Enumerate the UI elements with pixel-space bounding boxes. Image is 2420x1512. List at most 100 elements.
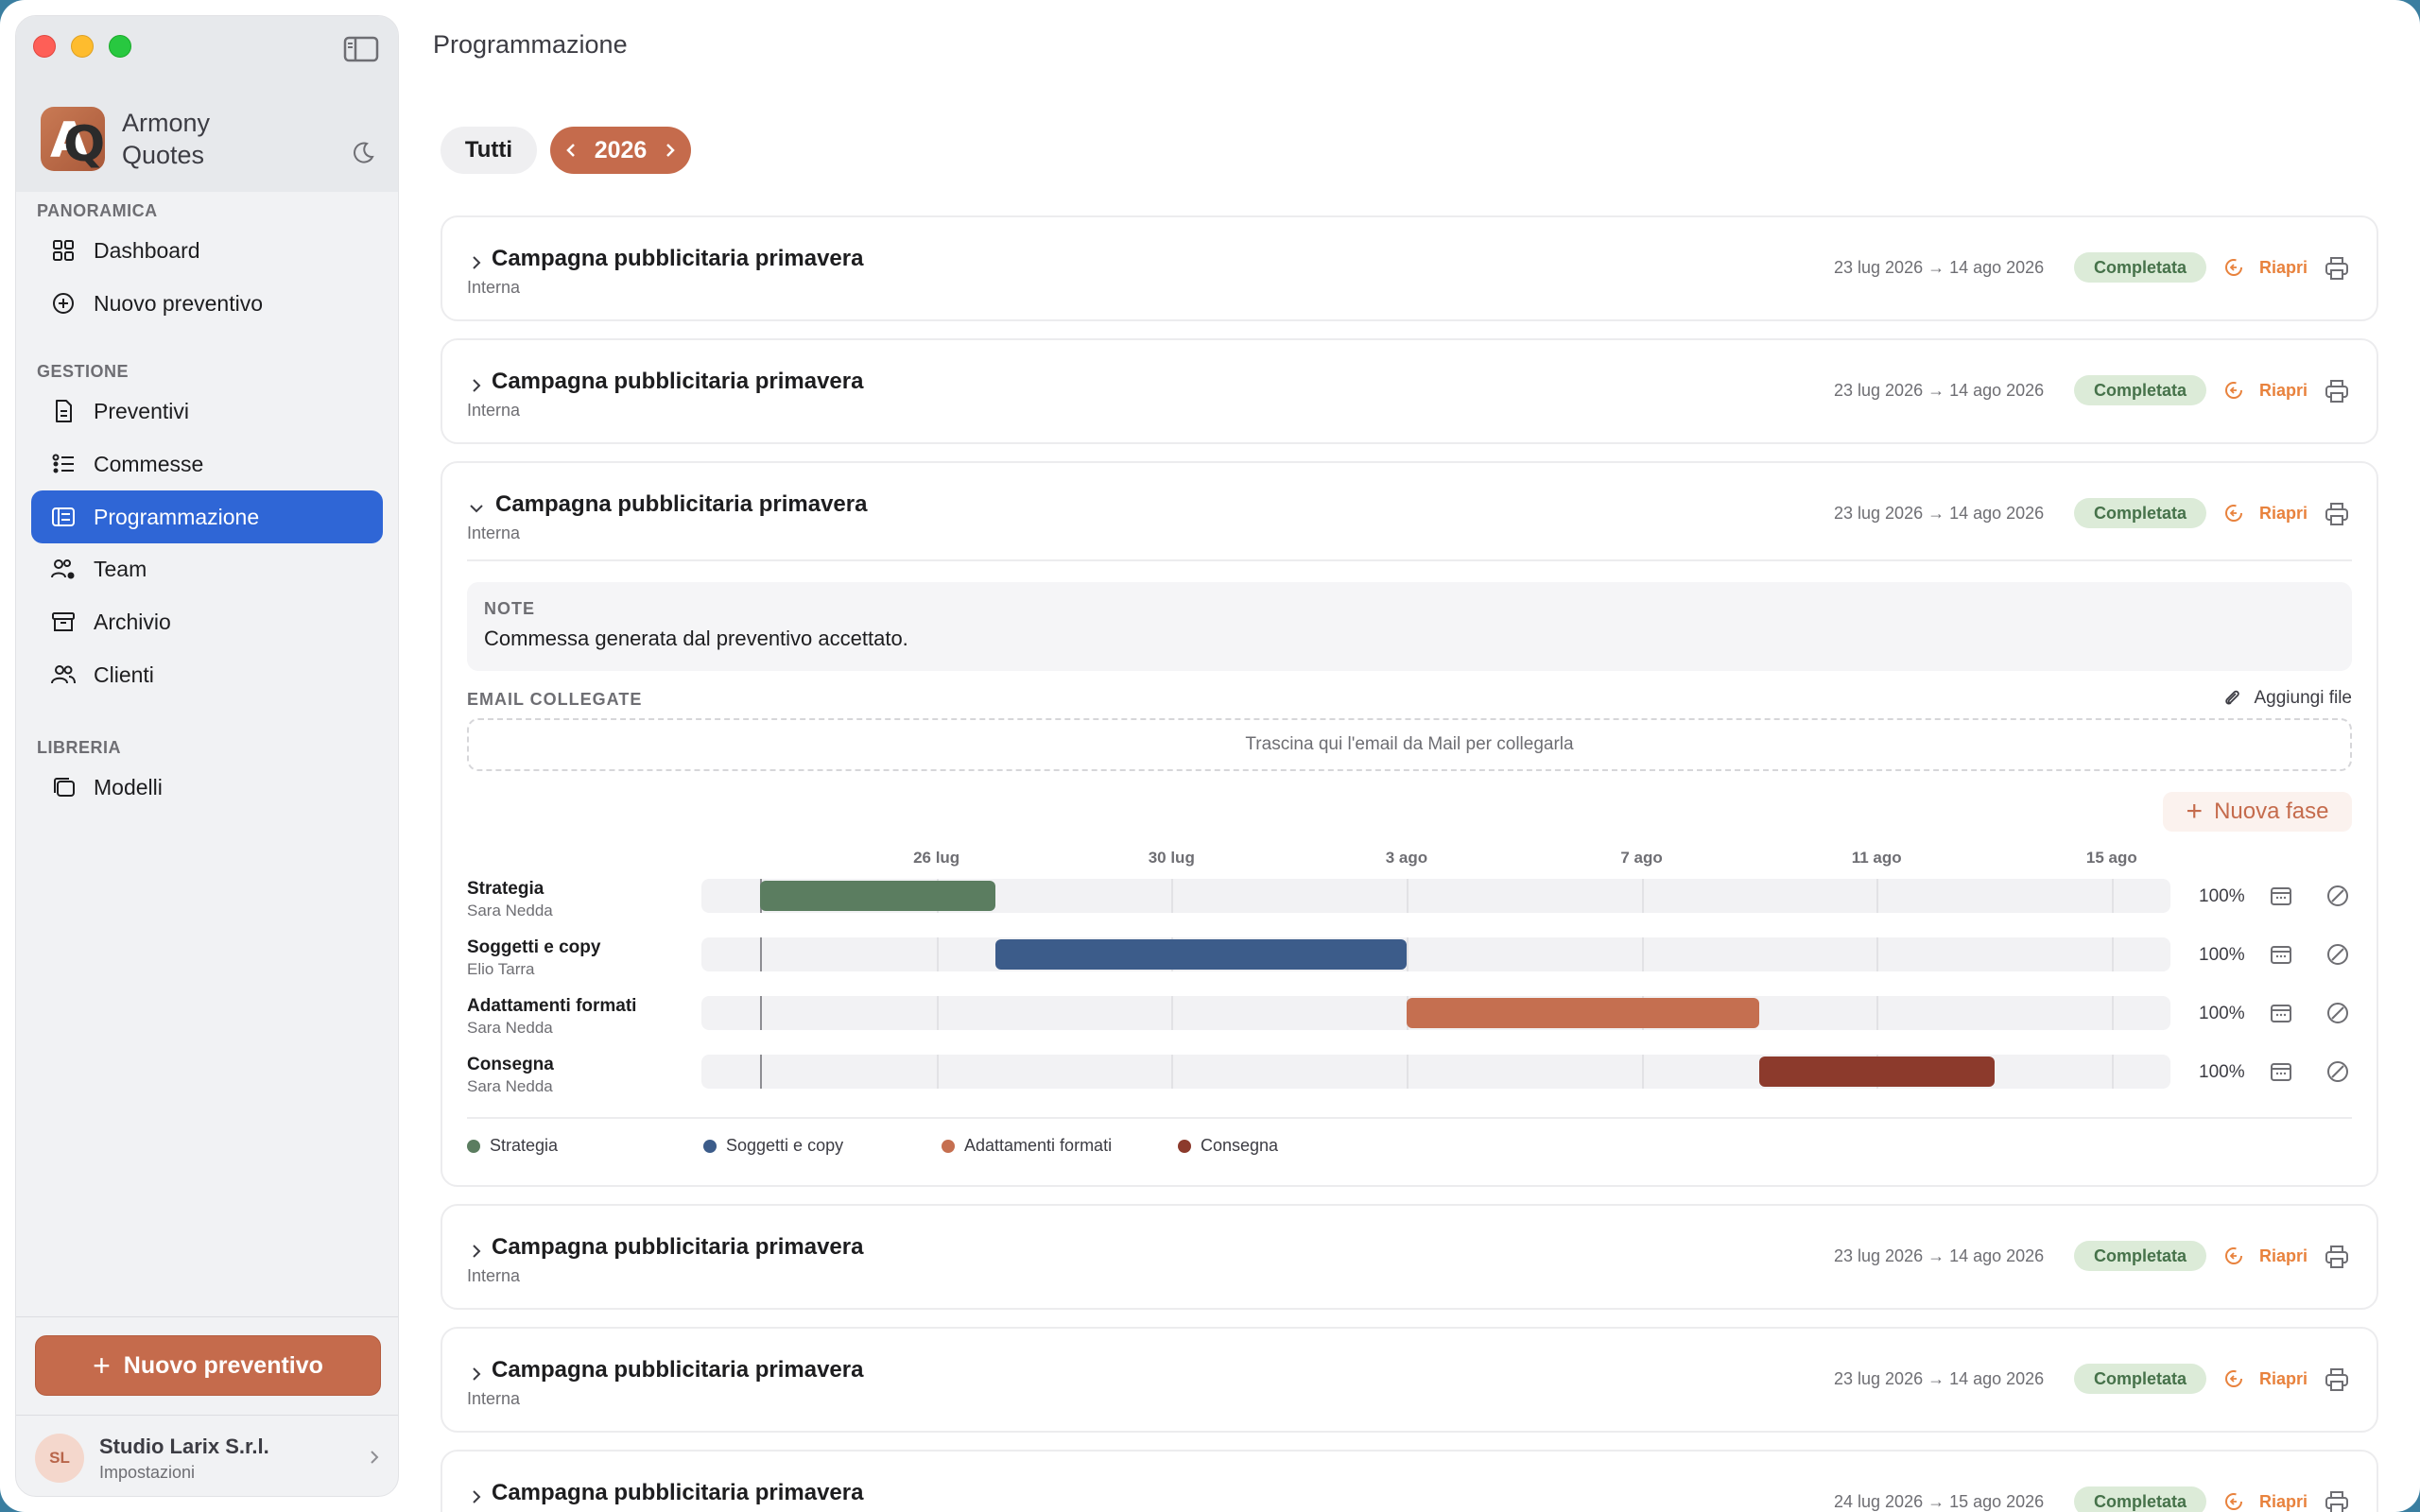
minimize-window-button[interactable] bbox=[71, 35, 94, 58]
chevron-right-icon[interactable] bbox=[467, 1242, 486, 1261]
reopen-icon[interactable] bbox=[2223, 257, 2244, 278]
printer-icon[interactable] bbox=[2324, 501, 2350, 527]
reopen-icon[interactable] bbox=[2223, 503, 2244, 524]
project-card-header[interactable]: Campagna pubblicitaria primavera Interna… bbox=[467, 463, 2352, 561]
project-title: Campagna pubblicitaria primavera bbox=[495, 491, 868, 517]
avatar: SL bbox=[35, 1434, 84, 1483]
gantt-gridline bbox=[1641, 1055, 1644, 1089]
legend-label: Consegna bbox=[1201, 1136, 1279, 1155]
phase-assignee: Sara Nedda bbox=[467, 1077, 553, 1095]
status-badge: Completata bbox=[2074, 1241, 2206, 1271]
chevron-right-icon[interactable] bbox=[467, 253, 486, 272]
project-card: Campagna pubblicitaria primavera Interna… bbox=[441, 1204, 2378, 1310]
gantt-gridline bbox=[936, 937, 939, 971]
new-phase-button[interactable]: + Nuova fase bbox=[2163, 792, 2352, 832]
sidebar-item-orders[interactable]: Commesse bbox=[31, 438, 383, 490]
sidebar-item-scheduling[interactable]: Programmazione bbox=[31, 490, 383, 543]
chevron-right-icon[interactable] bbox=[467, 1487, 486, 1506]
chevron-right-icon bbox=[371, 1451, 379, 1464]
project-card-header[interactable]: Campagna pubblicitaria primavera Interna… bbox=[442, 1206, 2377, 1310]
sidebar-item-archive[interactable]: Archivio bbox=[31, 595, 383, 648]
reopen-button[interactable]: Riapri bbox=[2259, 258, 2308, 278]
project-card-header[interactable]: Campagna pubblicitaria primavera Interna… bbox=[442, 1329, 2377, 1433]
prohibited-icon[interactable] bbox=[2325, 884, 2350, 908]
add-file-label: Aggiungi file bbox=[2254, 688, 2352, 708]
timeline-icon bbox=[52, 507, 75, 526]
filter-all-button[interactable]: Tutti bbox=[441, 127, 537, 174]
chevron-right-icon[interactable] bbox=[467, 1365, 486, 1383]
gantt-tick-label: 30 lug bbox=[1148, 849, 1195, 867]
sidebar-item-dashboard[interactable]: Dashboard bbox=[31, 224, 383, 277]
sidebar-toggle-icon[interactable] bbox=[343, 35, 379, 63]
project-card-header[interactable]: Campagna pubblicitaria primavera Interna… bbox=[442, 1452, 2377, 1512]
paperclip-icon bbox=[2225, 690, 2240, 705]
prohibited-icon[interactable] bbox=[2325, 1059, 2350, 1084]
reopen-icon[interactable] bbox=[2223, 1491, 2244, 1512]
reopen-button[interactable]: Riapri bbox=[2259, 1369, 2308, 1389]
calendar-icon[interactable] bbox=[2269, 1001, 2293, 1025]
printer-icon[interactable] bbox=[2324, 255, 2350, 282]
reopen-icon[interactable] bbox=[2223, 380, 2244, 401]
reopen-icon[interactable] bbox=[2223, 1246, 2244, 1266]
phase-bar[interactable] bbox=[1758, 1057, 1995, 1087]
team-gear-icon bbox=[51, 559, 75, 579]
sidebar-item-team[interactable]: Team bbox=[31, 542, 383, 595]
phase-bar[interactable] bbox=[1406, 998, 1759, 1028]
linked-emails-label: EMAIL COLLEGATE bbox=[467, 690, 643, 709]
add-file-button[interactable]: Aggiungi file bbox=[2221, 688, 2352, 709]
chevron-left-icon[interactable] bbox=[563, 142, 580, 159]
legend-dot bbox=[1178, 1139, 1191, 1153]
sidebar-item-label: Modelli bbox=[94, 774, 163, 799]
phase-progress: 100% bbox=[2199, 1062, 2245, 1082]
gantt-gridline bbox=[2111, 879, 2114, 913]
legend-divider bbox=[467, 1117, 2352, 1119]
prohibited-icon[interactable] bbox=[2325, 1001, 2350, 1025]
phase-bar[interactable] bbox=[994, 939, 1407, 970]
gantt-gridline bbox=[1406, 879, 1409, 913]
reopen-button[interactable]: Riapri bbox=[2259, 504, 2308, 524]
project-card: Campagna pubblicitaria primavera Interna… bbox=[441, 1450, 2378, 1512]
phase-name: Consegna bbox=[467, 1055, 554, 1074]
chevron-right-icon[interactable] bbox=[467, 376, 486, 395]
reopen-icon[interactable] bbox=[2223, 1368, 2244, 1389]
archive-box-icon bbox=[52, 612, 75, 631]
project-dates: 24 lug 2026 → 15 ago 2026 bbox=[1834, 1492, 2045, 1511]
new-quote-button[interactable]: + Nuovo preventivo bbox=[35, 1335, 381, 1396]
gantt-tick-label: 15 ago bbox=[2085, 849, 2137, 867]
reopen-button[interactable]: Riapri bbox=[2259, 1246, 2308, 1266]
printer-icon[interactable] bbox=[2324, 1489, 2350, 1512]
email-dropzone[interactable]: Trascina qui l'email da Mail per collega… bbox=[467, 718, 2352, 771]
project-card-header[interactable]: Campagna pubblicitaria primavera Interna… bbox=[442, 217, 2377, 321]
sidebar-item-label: Commesse bbox=[94, 451, 204, 476]
calendar-icon[interactable] bbox=[2269, 884, 2293, 908]
account-settings[interactable]: SL Studio Larix S.r.l. Impostazioni bbox=[35, 1434, 385, 1483]
gantt-tick-label: 3 ago bbox=[1385, 849, 1428, 867]
calendar-icon[interactable] bbox=[2269, 1059, 2293, 1084]
phase-bar[interactable] bbox=[760, 881, 995, 911]
chevron-right-icon[interactable] bbox=[661, 142, 678, 159]
printer-icon[interactable] bbox=[2324, 1366, 2350, 1393]
printer-icon[interactable] bbox=[2324, 378, 2350, 404]
prohibited-icon[interactable] bbox=[2325, 942, 2350, 967]
close-window-button[interactable] bbox=[33, 35, 56, 58]
reopen-button[interactable]: Riapri bbox=[2259, 1492, 2308, 1512]
status-badge: Completata bbox=[2074, 1364, 2206, 1394]
sidebar-item-new-quote[interactable]: Nuovo preventivo bbox=[31, 277, 383, 330]
calendar-icon[interactable] bbox=[2269, 942, 2293, 967]
zoom-window-button[interactable] bbox=[109, 35, 131, 58]
sidebar: AQ Armony Quotes PANORAMICA Dashboard Nu… bbox=[15, 15, 399, 1497]
gantt-today-marker bbox=[760, 1055, 763, 1089]
chevron-down-icon[interactable] bbox=[467, 499, 486, 518]
moon-icon[interactable] bbox=[351, 141, 375, 165]
sidebar-item-clients[interactable]: Clienti bbox=[31, 648, 383, 701]
sidebar-item-quotes[interactable]: Preventivi bbox=[31, 385, 383, 438]
project-type: Interna bbox=[467, 1266, 521, 1285]
project-card-header[interactable]: Campagna pubblicitaria primavera Interna… bbox=[442, 340, 2377, 444]
gantt-gridline bbox=[1406, 937, 1409, 971]
project-card-expanded: Campagna pubblicitaria primavera Interna… bbox=[441, 461, 2378, 1187]
plus-circle-icon bbox=[53, 293, 74, 314]
reopen-button[interactable]: Riapri bbox=[2259, 381, 2308, 401]
printer-icon[interactable] bbox=[2324, 1244, 2350, 1270]
project-title: Campagna pubblicitaria primavera bbox=[492, 246, 864, 271]
sidebar-item-templates[interactable]: Modelli bbox=[31, 761, 383, 814]
